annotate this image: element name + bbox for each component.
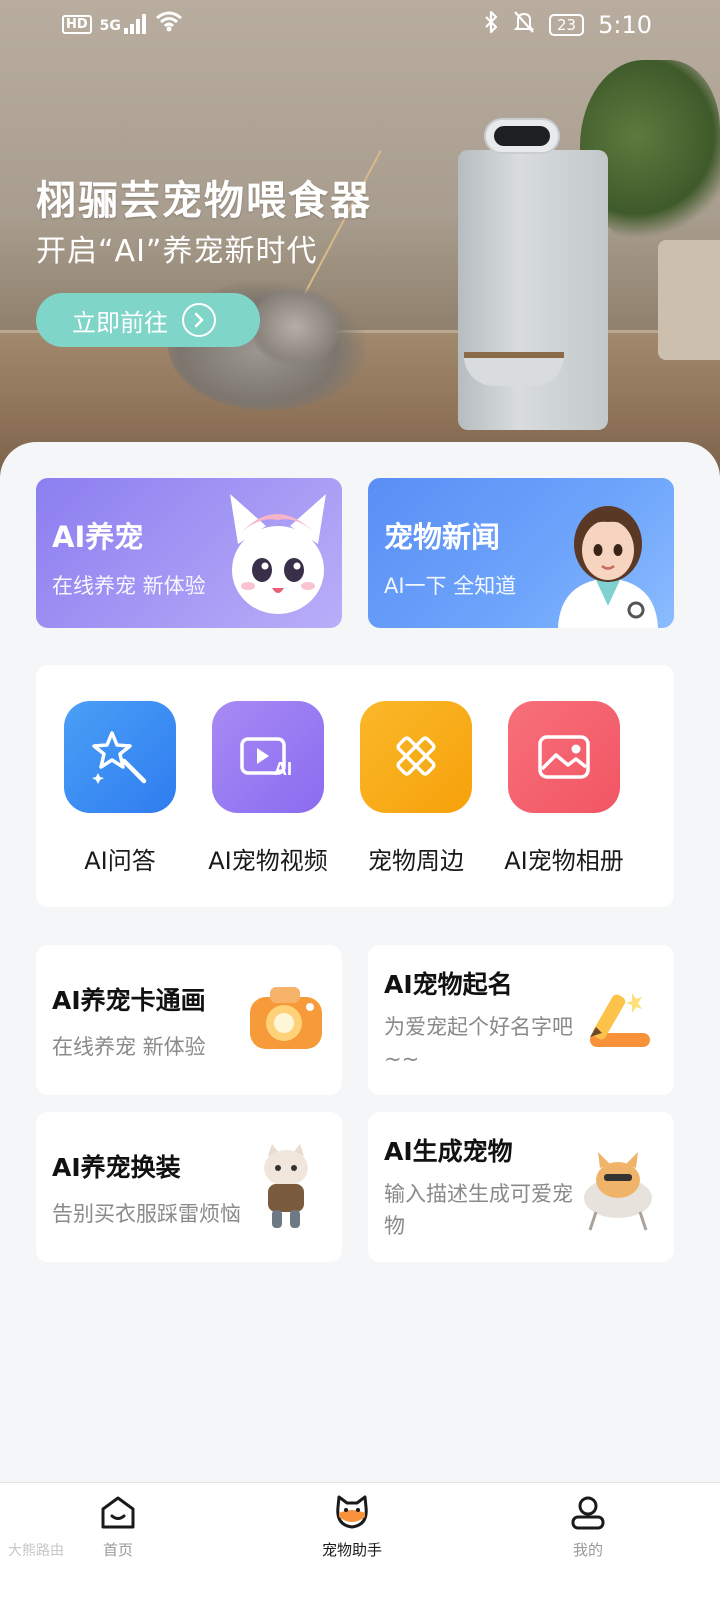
cat-face-icon: [333, 1495, 371, 1535]
tool-label: 宠物周边: [368, 847, 464, 875]
nav-label: 宠物助手: [321, 1541, 382, 1559]
feeder-camera-lens: [494, 126, 550, 146]
go-now-label: 立即前往: [72, 308, 168, 337]
hd-badge: HD: [62, 14, 92, 34]
dressed-cat-icon: [264, 1144, 308, 1228]
feature-ai-pet-naming[interactable]: AI宠物起名 为爱宠起个好名字吧~~: [368, 945, 674, 1095]
bottom-nav: 首页 宠物助手 我的: [0, 1482, 720, 1600]
home-icon: [99, 1495, 137, 1535]
camera-icon: [250, 987, 322, 1049]
tool-pet-merch[interactable]: 宠物周边: [342, 701, 490, 876]
chevron-right-icon: [182, 303, 216, 337]
feature-title: AI养宠卡通画: [52, 986, 206, 1015]
magic-wand-icon: [64, 701, 176, 813]
bluetooth-icon: [483, 10, 499, 40]
promo-subtitle: AI一下 全知道: [384, 574, 517, 598]
promo-title: AI养宠: [52, 520, 144, 554]
feature-title: AI生成宠物: [384, 1137, 513, 1166]
feature-title: AI宠物起名: [384, 970, 513, 999]
hero-subtitle: 开启“AI”养宠新时代: [36, 234, 318, 269]
hero-banner[interactable]: 栩骊芸宠物喂食器 开启“AI”养宠新时代 立即前往: [0, 0, 720, 480]
feature-subtitle: 输入描述生成可爱宠物: [384, 1182, 573, 1238]
promo-subtitle: 在线养宠 新体验: [52, 574, 206, 598]
battery-indicator: 23: [549, 14, 585, 36]
watermark: 大熊路由: [8, 1543, 64, 1559]
tool-label: AI问答: [84, 847, 156, 875]
ruler-pencil-icon: [360, 701, 472, 813]
promo-ai-pet-card[interactable]: AI养宠 在线养宠 新体验: [36, 478, 342, 628]
wifi-icon: [155, 10, 183, 38]
video-ai-icon: AI: [212, 701, 324, 813]
tool-ai-pet-video[interactable]: AI AI宠物视频: [194, 701, 342, 876]
ai-tools-card: AI问答 AI AI宠物视频 宠物周边 AI宠物相册: [36, 665, 674, 907]
cat-head-image: [250, 288, 340, 366]
signal-icon: 5G: [100, 14, 147, 34]
mute-bell-icon: [513, 10, 535, 40]
feature-ai-generate-pet[interactable]: AI生成宠物 输入描述生成可爱宠物: [368, 1112, 674, 1262]
cartoon-cat-icon: [230, 494, 326, 614]
food-bowl: [464, 352, 564, 386]
status-bar: HD 5G 23 5:10: [0, 0, 720, 50]
plant-pot: [658, 240, 720, 360]
hero-title: 栩骊芸宠物喂食器: [36, 178, 372, 224]
tool-ai-pet-album[interactable]: AI宠物相册: [490, 701, 638, 876]
nav-mine[interactable]: 我的: [528, 1495, 648, 1560]
cat-chair-icon: [584, 1152, 652, 1231]
photo-album-icon: [508, 701, 620, 813]
feature-subtitle: 告别买衣服踩雷烦恼: [52, 1202, 241, 1226]
nav-label: 我的: [572, 1541, 603, 1559]
nav-pet-assistant[interactable]: 宠物助手: [292, 1495, 412, 1560]
feature-ai-dress-up[interactable]: AI养宠换装 告别买衣服踩雷烦恼: [36, 1112, 342, 1262]
nav-label: 首页: [102, 1541, 133, 1559]
feature-subtitle: 为爱宠起个好名字吧~~: [384, 1015, 573, 1071]
feature-title: AI养宠换装: [52, 1153, 181, 1182]
tool-label: AI宠物相册: [504, 847, 624, 875]
svg-text:AI: AI: [274, 759, 292, 779]
clock: 5:10: [598, 11, 652, 39]
pen-icon: [590, 993, 650, 1047]
go-now-button[interactable]: 立即前往: [36, 293, 260, 347]
tool-ai-qa[interactable]: AI问答: [46, 701, 194, 876]
doctor-avatar-icon: [558, 506, 658, 628]
feature-subtitle: 在线养宠 新体验: [52, 1035, 206, 1059]
feature-ai-cartoon[interactable]: AI养宠卡通画 在线养宠 新体验: [36, 945, 342, 1095]
feeder-image: [458, 150, 608, 430]
tool-label: AI宠物视频: [208, 847, 328, 875]
nav-home[interactable]: 首页: [58, 1495, 178, 1560]
promo-pet-news-card[interactable]: 宠物新闻 AI一下 全知道: [368, 478, 674, 628]
promo-title: 宠物新闻: [384, 520, 501, 554]
user-profile-icon: [569, 1495, 607, 1535]
